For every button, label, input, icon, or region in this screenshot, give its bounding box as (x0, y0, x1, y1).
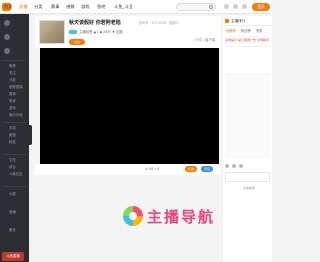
nav-category[interactable]: 分类 (34, 3, 42, 11)
left-sidebar: 推荐 关注 分类 视频直播 赛事 电竞 游戏 娱乐天地 手游 颜值 科技 文化 … (0, 14, 29, 262)
sidebar-item-video-live[interactable]: 视频直播 (9, 85, 23, 90)
rank-header: 主播排行 (223, 16, 272, 26)
right-panel: 主播排行 贡献榜 粉丝榜 贵宾 系统提示:禁止刷屏广告·文明聊天 主播推荐 (223, 16, 272, 262)
nav-video[interactable]: 視頻 (66, 3, 74, 11)
sidebar-item-recommend[interactable]: 推荐 (9, 64, 16, 69)
sidebar-item-games[interactable]: 游戏 (9, 106, 16, 111)
nav-events[interactable]: 赛事 (51, 3, 59, 11)
sidebar-bottom-button[interactable]: 斗鱼直播 (2, 252, 24, 261)
follow-button[interactable]: 关注 (69, 39, 85, 45)
room-stats: 主播标签 ▲1 ◆ 28万 ♦ 回放 (79, 30, 123, 34)
sidebar-item-entertainment[interactable]: 娱乐天地 (9, 113, 23, 118)
sidebar-item-mobile[interactable]: 手游 (9, 126, 16, 131)
viewer-stats: ◎ 44 ◇ 6 (145, 167, 160, 171)
barrage-icon[interactable] (232, 164, 236, 168)
sidebar-item-community[interactable]: 斗鱼社区 (9, 172, 23, 177)
recommend-icon[interactable] (4, 20, 10, 26)
tab-vip[interactable]: 贵宾 (256, 28, 262, 34)
page: 首页 直播 分类 赛事 視頻 游戏 鱼吧 斗鱼_斗丑 登录 推荐 关注 分类 视… (0, 0, 272, 262)
room-header: 秋天该假好 你若阿老陆 房间号：6715328 · 直播中 主播标签 ▲1 ◆ … (35, 16, 221, 48)
sidebar-item-follow[interactable]: 关注 (9, 71, 16, 76)
gift-button[interactable]: 礼物 (185, 166, 197, 172)
search-icon[interactable] (209, 5, 213, 9)
chat-area[interactable] (225, 76, 270, 158)
watermark-logo-icon (123, 206, 143, 226)
sidebar-item-contest[interactable]: 大赛 (9, 192, 16, 197)
rank-icon (225, 19, 229, 23)
chat-tools (225, 164, 270, 170)
tab-contribution[interactable]: 贡献榜 (226, 28, 236, 34)
sidebar-divider (3, 122, 26, 123)
watermark-text: 主播导航 (147, 207, 216, 226)
backpack-button[interactable]: 背包 (201, 166, 213, 172)
sidebar-divider (3, 186, 26, 187)
anchor-tag (69, 30, 77, 34)
sidebar-divider (3, 60, 26, 61)
sidebar-divider (3, 154, 26, 155)
sidebar-item-fishpond[interactable]: 鱼塘 (9, 210, 16, 215)
sidebar-item-general[interactable]: 综合 (9, 165, 16, 170)
nav-games[interactable]: 游戏 (81, 3, 89, 11)
video-player[interactable] (40, 48, 219, 164)
search-input[interactable] (176, 3, 216, 11)
history-icon[interactable] (224, 4, 229, 9)
sidebar-item-tech[interactable]: 科技 (9, 140, 16, 145)
panel-divider (225, 46, 270, 47)
nav-live[interactable]: 直播 (19, 3, 27, 11)
anchor-recommend[interactable]: 主播推荐 (243, 186, 255, 191)
tab-fans[interactable]: 粉丝榜 (241, 28, 251, 34)
sidebar-item-events[interactable]: 赛事 (9, 92, 16, 97)
settings-icon[interactable] (239, 164, 243, 168)
nav-home[interactable]: 首页 (4, 3, 12, 11)
rank-tabs: 贡献榜 粉丝榜 贵宾 (223, 27, 272, 35)
room-title: 秋天该假好 你若阿老陆 (69, 20, 121, 26)
sidebar-item-esports[interactable]: 电竞 (9, 99, 16, 104)
follow-icon[interactable] (4, 34, 10, 40)
top-navbar: 首页 直播 分类 赛事 視頻 游戏 鱼吧 斗鱼_斗丑 登录 (0, 0, 272, 14)
emoji-icon[interactable] (225, 164, 229, 168)
panel-divider (225, 74, 270, 75)
sidebar-item-culture[interactable]: 文化 (9, 158, 16, 163)
login-button[interactable]: 登录 (252, 3, 270, 11)
sidebar-item-beauty[interactable]: 颜值 (9, 133, 16, 138)
room-id: 房间号：6715328 · 直播中 (139, 21, 179, 25)
system-notice: 系统提示:禁止刷屏广告·文明聊天 (225, 38, 269, 42)
rank-title: 主播排行 (231, 19, 246, 23)
sidebar-item-category[interactable]: 分类 (9, 78, 16, 83)
category-icon[interactable] (4, 48, 10, 54)
sidebar-item-more[interactable]: 更多 (9, 228, 16, 233)
download-icon[interactable] (233, 4, 238, 9)
nav-fishbar[interactable]: 鱼吧 (97, 3, 105, 11)
chat-input[interactable] (225, 172, 270, 182)
nav-extra[interactable]: 斗鱼_斗丑 (114, 3, 133, 11)
anchor-avatar[interactable] (39, 20, 65, 44)
player-toolbar: ◎ 44 ◇ 6 礼物 背包 (35, 164, 221, 175)
watermark: 主播导航 (123, 205, 215, 227)
share-controls[interactable]: ☆分享 ◇客户端 (193, 38, 215, 43)
sidebar-collapse-handle[interactable] (29, 125, 32, 145)
message-icon[interactable] (242, 4, 247, 9)
